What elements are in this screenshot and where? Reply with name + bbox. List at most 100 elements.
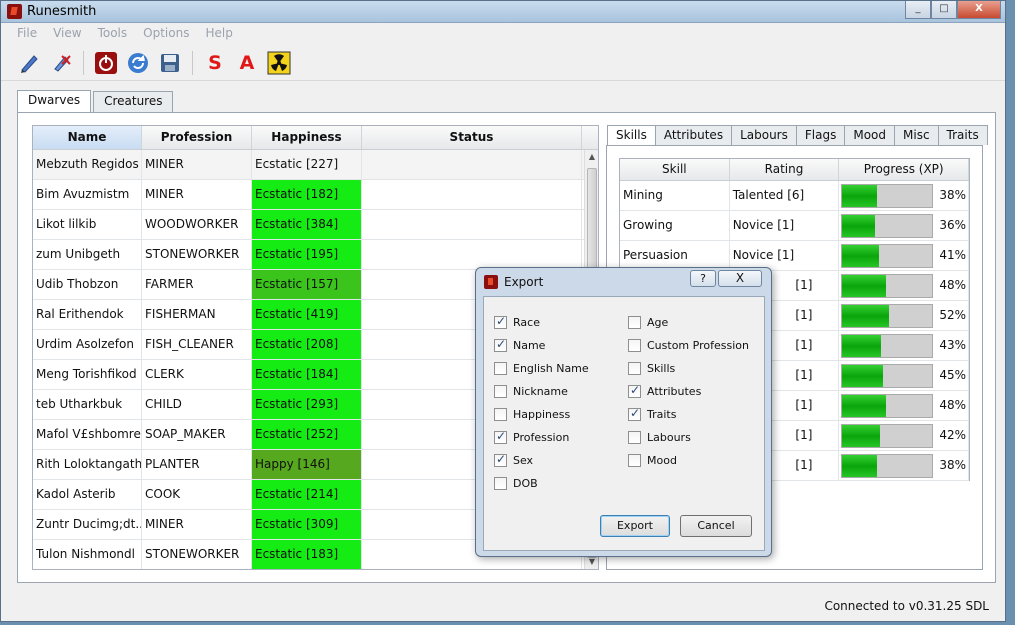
export-dialog-title: Export [504,275,544,289]
table-row[interactable]: Mebzuth Regidos MINER Ecstatic [227] [33,150,598,180]
header-progress[interactable]: Progress (XP) [839,159,969,180]
maximize-button[interactable]: □ [931,1,957,19]
save-icon [161,53,179,72]
menu-options[interactable]: Options [135,24,197,44]
option-happiness[interactable]: Happiness [494,403,589,426]
progress-fill [842,364,883,387]
table-row[interactable]: Growing Novice [1] 36% [620,211,969,241]
header-rating[interactable]: Rating [730,159,840,180]
checkbox[interactable] [494,362,507,375]
checkbox[interactable] [494,314,507,329]
header-skill[interactable]: Skill [620,159,730,180]
header-happiness[interactable]: Happiness [252,126,362,149]
minimize-button[interactable]: _ [905,1,931,19]
option-english-name[interactable]: English Name [494,357,589,380]
tab-mood[interactable]: Mood [844,125,895,145]
tab-flags[interactable]: Flags [795,125,846,145]
cell-happiness: Ecstatic [293] [252,390,362,419]
table-row[interactable]: zum Unibgeth STONEWORKER Ecstatic [195] [33,240,598,270]
help-button[interactable]: ? [690,270,716,287]
checkbox[interactable] [628,362,641,375]
checkbox-label: Sex [513,454,534,467]
checkbox[interactable] [494,477,507,490]
option-dob[interactable]: DOB [494,472,589,495]
checkbox[interactable] [628,383,641,398]
checkbox-label: DOB [513,477,538,490]
table-row[interactable]: Bim Avuzmistm MINER Ecstatic [182] [33,180,598,210]
option-attributes[interactable]: Attributes [628,380,749,403]
disconnect-button[interactable] [92,49,120,77]
cancel-button[interactable]: Cancel [680,515,752,537]
dialog-close-button[interactable]: X [718,270,762,287]
checkbox[interactable] [628,316,641,329]
header-status[interactable]: Status [362,126,582,149]
menu-help[interactable]: Help [197,24,240,44]
toolbar-separator [83,50,84,75]
option-skills[interactable]: Skills [628,357,749,380]
option-nickname[interactable]: Nickname [494,380,589,403]
title-bar[interactable]: Runesmith _ □ X [1,1,1005,23]
refresh-button[interactable] [124,49,152,77]
tab-creatures[interactable]: Creatures [93,91,174,112]
checkbox[interactable] [494,429,507,444]
progress-fill [842,304,890,327]
cell-happiness: Ecstatic [208] [252,330,362,359]
tab-attributes[interactable]: Attributes [654,125,733,145]
letter-a-button[interactable]: A [233,49,261,77]
cell-happiness: Ecstatic [227] [252,150,362,179]
menu-tools[interactable]: Tools [90,24,136,44]
header-name[interactable]: Name [33,126,142,149]
export-dialog: Export ? X Race Name English Name Nickname H… [475,267,772,557]
refresh-icon [128,52,148,73]
cell-profession: FISHERMAN [142,300,252,329]
table-row[interactable]: Likot lilkib WOODWORKER Ecstatic [384] [33,210,598,240]
tab-skills[interactable]: Skills [607,125,656,145]
header-profession[interactable]: Profession [142,126,252,149]
export-button[interactable]: Export [600,515,670,537]
save-button[interactable] [156,49,184,77]
menu-view[interactable]: View [45,24,89,44]
window-title: Runesmith [27,4,97,19]
cell-profession: MINER [142,510,252,539]
option-custom-profession[interactable]: Custom Profession [628,334,749,357]
checkbox[interactable] [494,452,507,467]
cell-name: Likot lilkib [33,210,142,239]
export-dialog-titlebar[interactable]: Export ? X [476,268,771,296]
dwarf-table-header: Name Profession Happiness Status [33,126,598,150]
checkbox[interactable] [628,454,641,467]
option-profession[interactable]: Profession [494,426,589,449]
cell-name: Zuntr Ducimg;dt... [33,510,142,539]
scroll-up-icon[interactable]: ▲ [585,150,598,164]
tab-labours[interactable]: Labours [731,125,797,145]
table-row[interactable]: Mining Talented [6] 38% [620,181,969,211]
tab-misc[interactable]: Misc [894,125,939,145]
checkbox[interactable] [494,408,507,421]
cell-profession: STONEWORKER [142,540,252,569]
menu-file[interactable]: File [9,24,45,44]
clear-button[interactable] [47,49,75,77]
option-sex[interactable]: Sex [494,449,589,472]
checkbox[interactable] [628,339,641,352]
close-button[interactable]: X [957,1,1001,19]
export-options: Race Name English Name Nickname Happiness Pro… [483,296,765,551]
option-name[interactable]: Name [494,334,589,357]
checkbox[interactable] [494,337,507,352]
scroll-down-icon[interactable]: ▼ [585,555,598,569]
tab-dwarves[interactable]: Dwarves [17,90,92,112]
nuke-button[interactable] [265,49,293,77]
cell-happiness: Ecstatic [419] [252,300,362,329]
checkbox[interactable] [494,385,507,398]
checkbox[interactable] [628,431,641,444]
option-labours[interactable]: Labours [628,426,749,449]
checkbox[interactable] [628,406,641,421]
option-mood[interactable]: Mood [628,449,749,472]
tab-traits[interactable]: Traits [937,125,988,145]
letter-s-button[interactable]: S [201,49,229,77]
option-age[interactable]: Age [628,311,749,334]
option-traits[interactable]: Traits [628,403,749,426]
cell-profession: FARMER [142,270,252,299]
edit-button[interactable] [15,49,43,77]
option-race[interactable]: Race [494,311,589,334]
cell-progress: 48% [839,391,969,420]
checkbox-label: Age [647,316,669,329]
